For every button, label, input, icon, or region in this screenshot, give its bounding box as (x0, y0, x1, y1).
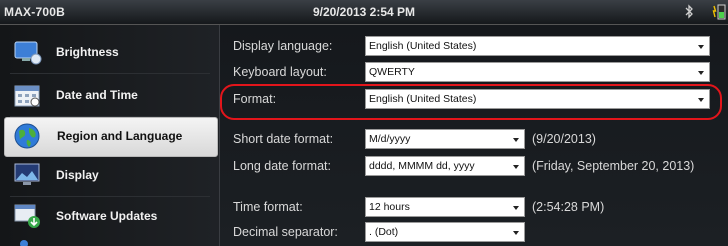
sidebar-item-brightness[interactable]: Brightness (4, 34, 216, 70)
long-date-label: Long date format: (233, 159, 331, 173)
decimal-separator-value: . (Dot) (369, 226, 399, 238)
long-date-value: dddd, MMMM dd, yyyy (369, 160, 475, 172)
display-icon (14, 163, 40, 185)
title-bar: MAX-700B 9/20/2013 2:54 PM (0, 0, 728, 25)
short-date-label: Short date format: (233, 132, 334, 146)
time-format-row: Time format: 12 hours (2:54:28 PM) (220, 197, 728, 219)
chevron-down-icon (513, 138, 519, 142)
time-format-label: Time format: (233, 200, 303, 214)
keyboard-layout-row: Keyboard layout: QWERTY (220, 62, 728, 84)
chevron-down-icon (698, 45, 704, 49)
chevron-down-icon (513, 165, 519, 169)
sidebar-item-software-updates[interactable]: Software Updates (4, 198, 216, 234)
time-format-select[interactable]: 12 hours (365, 197, 525, 217)
sidebar-item-display[interactable]: Display (4, 157, 216, 193)
region-language-panel: Display language: English (United States… (220, 25, 728, 246)
chevron-down-icon (513, 206, 519, 210)
sidebar-item-label: Date and Time (56, 88, 138, 102)
display-language-label: Display language: (233, 39, 333, 53)
sidebar-item-date-and-time[interactable]: Date and Time (4, 77, 216, 113)
settings-sidebar: Brightness Date and Time Region and Lang… (0, 25, 220, 246)
decimal-separator-select[interactable]: . (Dot) (365, 222, 525, 242)
short-date-sample: (9/20/2013) (532, 132, 596, 146)
software-update-icon (14, 204, 40, 228)
status-datetime: 9/20/2013 2:54 PM (312, 5, 416, 19)
partial-item-icon (20, 240, 28, 246)
chevron-down-icon (513, 231, 519, 235)
sidebar-item-label: Brightness (56, 45, 119, 59)
sidebar-item-label: Display (56, 168, 99, 182)
sidebar-item-label: Software Updates (56, 209, 158, 223)
keyboard-layout-value: QWERTY (369, 66, 415, 78)
decimal-separator-row: Decimal separator: . (Dot) (220, 222, 728, 244)
globe-icon (14, 123, 40, 149)
long-date-row: Long date format: dddd, MMMM dd, yyyy (F… (220, 156, 728, 178)
calendar-icon (14, 85, 40, 107)
long-date-select[interactable]: dddd, MMMM dd, yyyy (365, 156, 525, 176)
long-date-sample: (Friday, September 20, 2013) (532, 159, 695, 173)
decimal-separator-label: Decimal separator: (233, 225, 338, 239)
bluetooth-icon (685, 4, 693, 19)
sidebar-item-label: Region and Language (57, 129, 183, 143)
sidebar-item-region-and-language[interactable]: Region and Language (4, 117, 218, 157)
time-format-value: 12 hours (369, 201, 410, 213)
display-language-value: English (United States) (369, 40, 477, 52)
divider (10, 73, 210, 74)
battery-icon (712, 4, 726, 20)
keyboard-layout-select[interactable]: QWERTY (365, 62, 710, 82)
short-date-select[interactable]: M/d/yyyy (365, 129, 525, 149)
display-language-row: Display language: English (United States… (220, 36, 728, 58)
chevron-down-icon (698, 71, 704, 75)
keyboard-layout-label: Keyboard layout: (233, 65, 327, 79)
divider (10, 196, 210, 197)
brightness-icon (14, 41, 42, 65)
short-date-row: Short date format: M/d/yyyy (9/20/2013) (220, 129, 728, 151)
display-language-select[interactable]: English (United States) (365, 36, 710, 56)
format-highlight-annotation (220, 84, 722, 120)
short-date-value: M/d/yyyy (369, 133, 411, 145)
time-format-sample: (2:54:28 PM) (532, 200, 605, 214)
